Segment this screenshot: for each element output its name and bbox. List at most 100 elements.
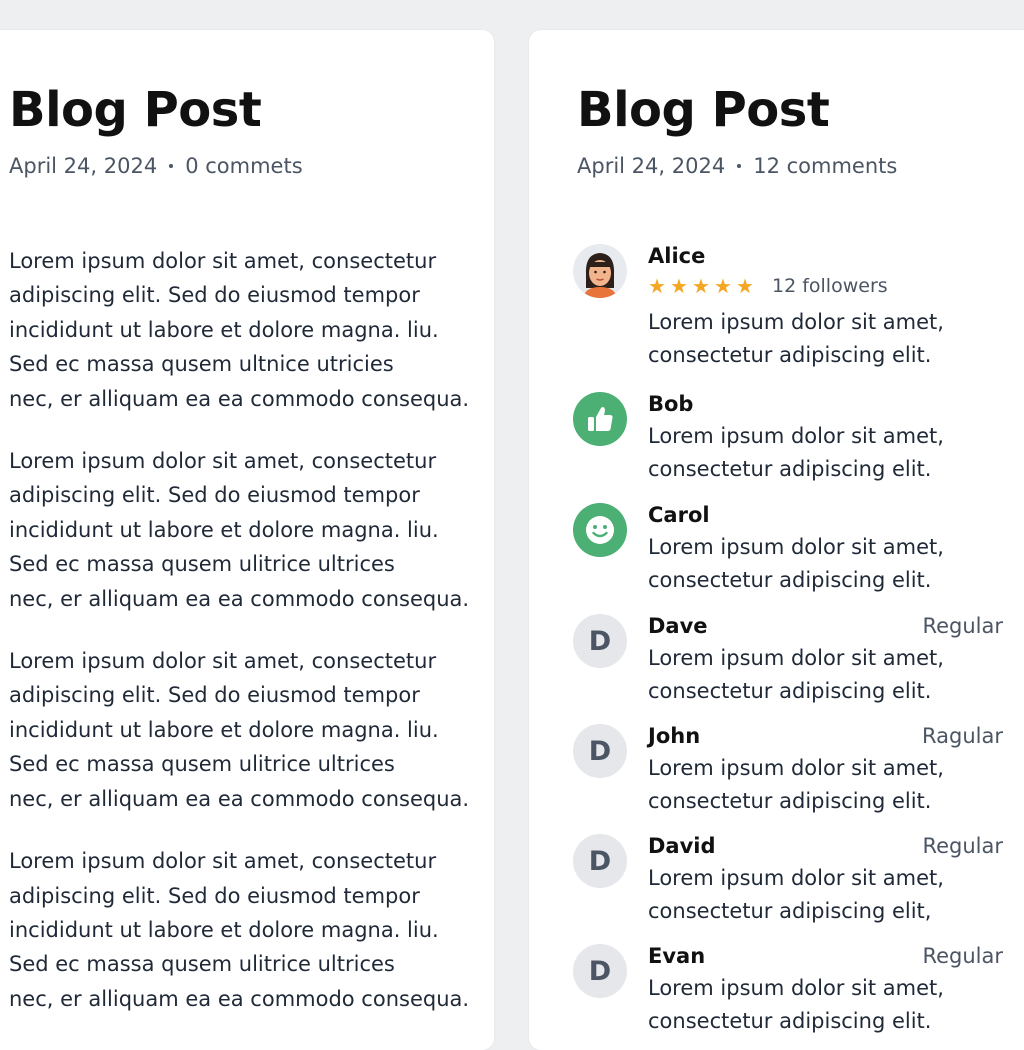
- avatar[interactable]: D: [573, 834, 627, 888]
- commenter-name[interactable]: David: [648, 830, 716, 862]
- paragraph-line: nec, er alliquam ea ea commodo consequa.: [9, 986, 470, 1011]
- star-icon: ★: [736, 274, 754, 298]
- comment-header: Evan Regular: [648, 940, 1003, 972]
- paragraph: Lorem ipsum dolor sit amet, consectetur …: [9, 644, 479, 816]
- comment-text: Lorem ipsum dolor sit amet, consectetur …: [648, 306, 1003, 372]
- paragraph-line: Sed ec massa qusem ultnice utricies: [9, 352, 394, 377]
- comment-item: Bob Lorem ipsum dolor sit amet, consecte…: [573, 388, 1003, 486]
- avatar-initial: D: [588, 735, 612, 767]
- commenter-name[interactable]: Evan: [648, 940, 705, 972]
- avatar[interactable]: [573, 244, 627, 298]
- comment-line: Lorem ipsum dolor sit amet,: [648, 424, 944, 448]
- commenter-badge: Ragular: [922, 724, 1003, 748]
- comment-header: Carol: [648, 499, 1003, 531]
- comment-text: Lorem ipsum dolor sit amet, consectetur …: [648, 862, 1003, 928]
- paragraph-line: incididunt ut labore et dolore magna. li…: [9, 917, 439, 942]
- avatar[interactable]: D: [573, 944, 627, 998]
- star-icon: ★: [692, 274, 710, 298]
- paragraph: Lorem ipsum dolor sit amet, consectetur …: [9, 444, 479, 616]
- comment-line: Lorem ipsum dolor sit amet,: [648, 646, 944, 670]
- comment-header: David Regular: [648, 830, 1003, 862]
- comment-text: Lorem ipsum dolor sit amet, consectetur …: [648, 972, 1003, 1038]
- avatar-initial: D: [588, 625, 612, 657]
- avatar-initial: D: [588, 955, 612, 987]
- commenter-name[interactable]: Carol: [648, 499, 710, 531]
- comment-line: consectetur adipiscing elit,: [648, 899, 932, 923]
- comment-item: D Evan Regular Lorem ipsum dolor sit ame…: [573, 940, 1003, 1038]
- paragraph-line: incididunt ut labore et dolore magna. li…: [9, 517, 439, 542]
- commenter-badge: Regular: [922, 614, 1003, 638]
- paragraph-line: nec, er alliquam ea ea commodo consequa.: [9, 786, 470, 811]
- comment-line: consectetur adipiscing elit.: [648, 679, 932, 703]
- comment-header: John Ragular: [648, 720, 1003, 752]
- comment-header: Alice: [648, 240, 1003, 272]
- comment-line: consectetur adipiscing elit.: [648, 457, 932, 481]
- paragraph-line: incididunt ut labore et dolore magna. li…: [9, 317, 439, 342]
- post-body: Lorem ipsum dolor sit amet, consectetur …: [9, 244, 479, 1044]
- comment-text: Lorem ipsum dolor sit amet, consectetur …: [648, 752, 1003, 818]
- comment-line: Lorem ipsum dolor sit amet,: [648, 976, 944, 1000]
- comment-count-link[interactable]: 0 commets: [185, 154, 302, 178]
- comment-line: Lorem ipsum dolor sit amet,: [648, 535, 944, 559]
- comment-line: Lorem ipsum dolor sit amet,: [648, 756, 944, 780]
- page-title: Blog Post: [9, 82, 262, 138]
- comment-line: Lorem ipsum dolor sit amet,: [648, 866, 944, 890]
- star-icon: ★: [714, 274, 732, 298]
- post-meta: April 24, 2024 0 commets: [9, 154, 303, 178]
- comment-line: consectetur adipiscing elit.: [648, 568, 932, 592]
- commenter-name[interactable]: Bob: [648, 388, 693, 420]
- comment-line: Lorem ipsum dolor sit amet,: [648, 310, 944, 334]
- comment-item: D John Ragular Lorem ipsum dolor sit ame…: [573, 720, 1003, 818]
- page-title: Blog Post: [577, 82, 830, 138]
- paragraph-line: adipiscing elit. Sed do eiusmod tempor: [9, 283, 420, 308]
- paragraph-line: adipiscing elit. Sed do eiusmod tempor: [9, 483, 420, 508]
- comment-line: consectetur adipiscing elit.: [648, 1009, 932, 1033]
- comment-line: consectetur adipiscing elit.: [648, 789, 932, 813]
- rating-stars: ★ ★ ★ ★ ★: [648, 276, 756, 296]
- paragraph-line: Sed ec massa qusem ulitrice ultrices: [9, 552, 395, 577]
- paragraph-line: Lorem ipsum dolor sit amet, consectetur: [9, 649, 437, 674]
- commenter-name[interactable]: John: [648, 720, 700, 752]
- paragraph-line: Lorem ipsum dolor sit amet, consectetur: [9, 249, 437, 273]
- thumbs-up-icon: [588, 407, 613, 431]
- follower-count: 12 followers: [772, 275, 888, 297]
- comment-text: Lorem ipsum dolor sit amet, consectetur …: [648, 642, 1003, 708]
- comment-line: consectetur adipiscing elit.: [648, 343, 932, 367]
- paragraph: Lorem ipsum dolor sit amet, consectetur …: [9, 244, 479, 416]
- blog-post-panel-right: Blog Post April 24, 2024 12 comments Ali…: [529, 30, 1024, 1050]
- commenter-name[interactable]: Dave: [648, 610, 708, 642]
- post-date: April 24, 2024: [9, 154, 158, 178]
- avatar[interactable]: D: [573, 724, 627, 778]
- meta-separator-dot: [737, 164, 742, 168]
- paragraph-line: Sed ec massa qusem ulitrice ultrices: [9, 952, 395, 977]
- avatar-initial: D: [588, 845, 612, 877]
- meta-separator-dot: [169, 164, 174, 168]
- paragraph-line: incididunt ut labore et dolore magna. li…: [9, 717, 439, 742]
- blog-post-panel-left: Blog Post April 24, 2024 0 commets Lorem…: [0, 30, 494, 1050]
- comment-item: D Dave Regular Lorem ipsum dolor sit ame…: [573, 610, 1003, 708]
- comment-item: D David Regular Lorem ipsum dolor sit am…: [573, 830, 1003, 928]
- paragraph-line: Lorem ipsum dolor sit amet, consectetur: [9, 849, 437, 874]
- star-icon: ★: [670, 274, 688, 298]
- commenter-badge: Regular: [922, 834, 1003, 858]
- comment-count-link[interactable]: 12 comments: [753, 154, 897, 178]
- avatar[interactable]: D: [573, 614, 627, 668]
- paragraph-line: adipiscing elit. Sed do eiusmod tempor: [9, 683, 420, 708]
- comment-item: Alice ★ ★ ★ ★ ★ 12 followers Lorem ipsum…: [573, 240, 1003, 376]
- avatar[interactable]: [573, 392, 627, 446]
- post-date: April 24, 2024: [577, 154, 726, 178]
- comment-list: Alice ★ ★ ★ ★ ★ 12 followers Lorem ipsum…: [573, 240, 1003, 1038]
- comment-text: Lorem ipsum dolor sit amet, consectetur …: [648, 531, 1003, 597]
- paragraph-line: Lorem ipsum dolor sit amet, consectetur: [9, 449, 437, 474]
- comment-header: Dave Regular: [648, 610, 1003, 642]
- comment-item: Carol Lorem ipsum dolor sit amet, consec…: [573, 499, 1003, 597]
- commenter-name[interactable]: Alice: [648, 240, 705, 272]
- paragraph-line: Sed ec massa qusem ulitrice ultrices: [9, 752, 395, 777]
- smiley-icon: [586, 516, 614, 544]
- commenter-badge: Regular: [922, 944, 1003, 968]
- paragraph-line: nec, er alliquam ea ea commodo consequa.: [9, 586, 470, 611]
- avatar[interactable]: [573, 503, 627, 557]
- paragraph-line: adipiscing elit. Sed do eiusmod tempor: [9, 883, 420, 908]
- commenter-meta: ★ ★ ★ ★ ★ 12 followers: [648, 272, 1003, 300]
- woman-avatar-icon: [573, 244, 627, 298]
